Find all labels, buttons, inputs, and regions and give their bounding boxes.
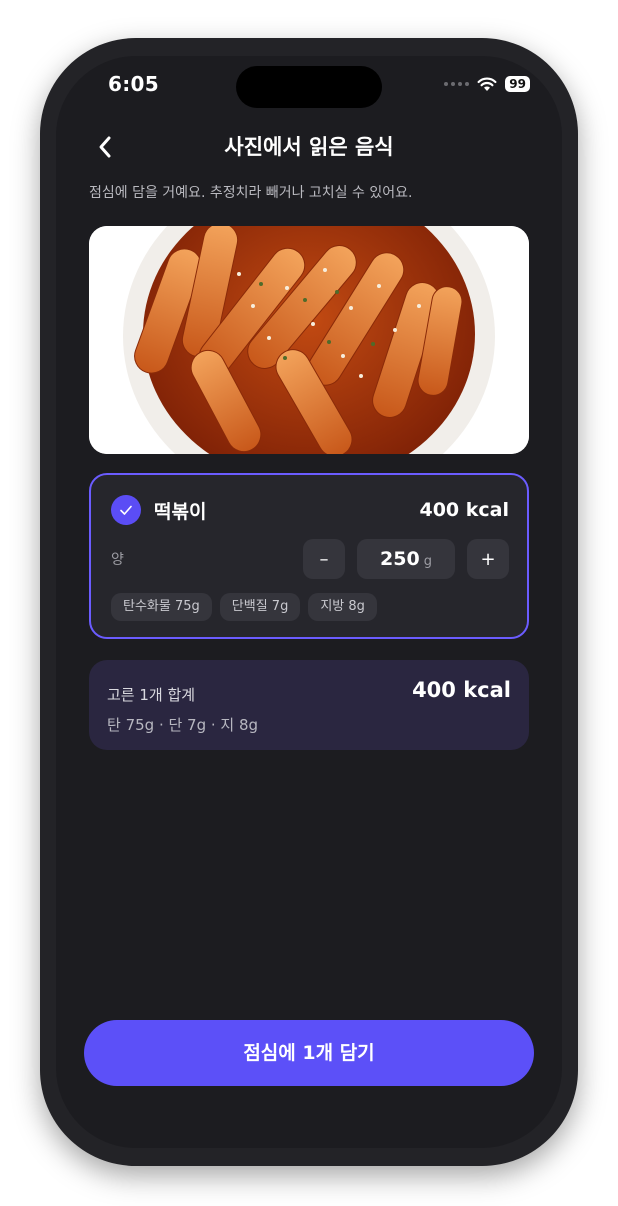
- quantity-unit: g: [423, 554, 432, 569]
- decrement-button[interactable]: –: [303, 539, 345, 579]
- battery-icon: 99: [505, 76, 530, 92]
- check-icon: [120, 505, 132, 515]
- app-screen: 6:05 99 사진에서 읽은 음식 점심에 담을 거예요. 추정치라 빼거나 …: [56, 56, 562, 1148]
- food-kcal: 400 kcal: [419, 499, 509, 521]
- status-time: 6:05: [108, 72, 159, 96]
- quantity-field[interactable]: 250 g: [357, 539, 455, 579]
- quantity-value: 250: [380, 548, 420, 570]
- summary-label: 고른 1개 합계: [107, 686, 196, 704]
- increment-button[interactable]: +: [467, 539, 509, 579]
- wifi-icon: [477, 77, 497, 91]
- summary-card: 고른 1개 합계 400 kcal 탄 75g · 단 7g · 지 8g: [89, 660, 529, 750]
- page-title: 사진에서 읽은 음식: [224, 135, 394, 159]
- add-to-lunch-button[interactable]: 점심에 1개 담기: [84, 1020, 534, 1086]
- macro-chip-fat: 지방 8g: [308, 593, 377, 621]
- signal-icon: [444, 82, 470, 86]
- macro-chip-carbs: 탄수화물 75g: [111, 593, 212, 621]
- status-icons: 99: [444, 76, 530, 92]
- page-subtitle: 점심에 담을 거예요. 추정치라 빼거나 고치실 수 있어요.: [89, 185, 413, 201]
- summary-macros: 탄 75g · 단 7g · 지 8g: [107, 716, 259, 734]
- macro-chips: 탄수화물 75g 단백질 7g 지방 8g: [111, 593, 377, 621]
- dynamic-island: [236, 66, 382, 108]
- macro-chip-protein: 단백질 7g: [219, 593, 301, 621]
- food-photo: [89, 226, 529, 454]
- summary-kcal: 400 kcal: [412, 678, 511, 702]
- quantity-label: 양: [111, 552, 124, 568]
- food-name: 떡볶이: [154, 501, 207, 523]
- food-item-card[interactable]: 떡볶이 400 kcal 양 – 250 g + 탄수화물 75g 단백질 7g…: [89, 473, 529, 639]
- select-checkbox[interactable]: [111, 495, 141, 525]
